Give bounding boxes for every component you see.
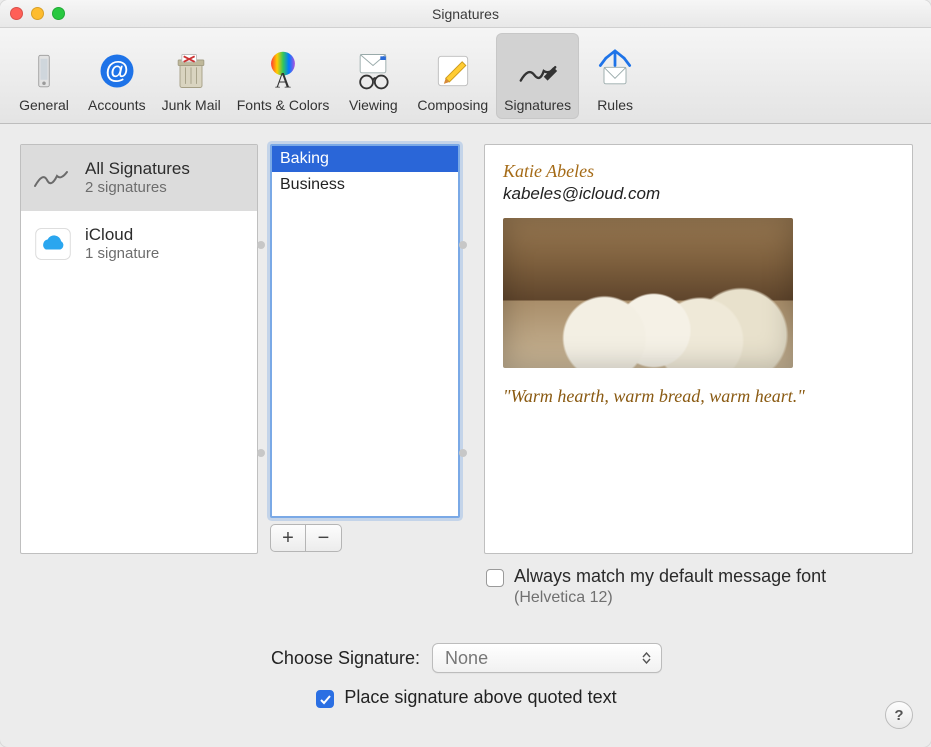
account-subtitle: 2 signatures — [85, 179, 190, 196]
tab-junk-mail[interactable]: Junk Mail — [154, 33, 229, 119]
window-title: Signatures — [432, 6, 499, 22]
choose-signature-row: Choose Signature: None — [271, 643, 662, 673]
minimize-window-button[interactable] — [31, 7, 44, 20]
place-above-row: Place signature above quoted text — [316, 687, 616, 708]
preview-image — [503, 218, 793, 368]
match-font-row: Always match my default message font (He… — [486, 566, 913, 607]
column-splitter-2[interactable] — [460, 144, 466, 554]
rules-icon — [591, 47, 639, 95]
account-title: iCloud — [85, 225, 159, 245]
choose-signature-value: None — [445, 648, 488, 669]
help-icon: ? — [894, 707, 903, 724]
preferences-toolbar: General @ Accounts Junk Mail A Fonts & C — [0, 28, 931, 124]
below-panels: Always match my default message font (He… — [0, 554, 931, 708]
column-splitter-1[interactable] — [258, 144, 264, 554]
fonts-colors-icon: A — [259, 47, 307, 95]
tab-general[interactable]: General — [8, 33, 80, 119]
svg-text:@: @ — [105, 57, 128, 84]
signatures-body: All Signatures 2 signatures iCloud 1 sig… — [0, 124, 931, 554]
accounts-icon: @ — [93, 47, 141, 95]
signatures-icon — [514, 47, 562, 95]
signature-item-baking[interactable]: Baking — [272, 146, 458, 172]
tab-signatures[interactable]: Signatures — [496, 33, 579, 119]
match-font-label: Always match my default message font — [514, 566, 826, 587]
account-subtitle: 1 signature — [85, 245, 159, 262]
preferences-window: Signatures General @ Accounts Junk Mail — [0, 0, 931, 747]
drag-handle-icon — [459, 241, 467, 249]
tab-label: Junk Mail — [162, 97, 221, 113]
choose-signature-popup[interactable]: None — [432, 643, 662, 673]
match-font-checkbox[interactable] — [486, 569, 504, 587]
account-text: iCloud 1 signature — [85, 225, 159, 262]
preview-name: Katie Abeles — [503, 161, 894, 182]
signature-item-business[interactable]: Business — [272, 172, 458, 198]
match-font-note: (Helvetica 12) — [514, 589, 826, 607]
help-button[interactable]: ? — [885, 701, 913, 729]
signature-list-buttons: + − — [270, 524, 460, 554]
preview-quote: "Warm hearth, warm bread, warm heart." — [503, 386, 894, 407]
minus-icon: − — [318, 527, 330, 550]
add-signature-button[interactable]: + — [270, 524, 306, 552]
choose-signature-label: Choose Signature: — [271, 648, 420, 669]
tab-label: General — [19, 97, 69, 113]
account-icloud[interactable]: iCloud 1 signature — [21, 211, 257, 277]
tab-label: Fonts & Colors — [237, 97, 330, 113]
preview-email: kabeles@icloud.com — [503, 184, 894, 204]
tab-rules[interactable]: Rules — [579, 33, 651, 119]
tab-label: Signatures — [504, 97, 571, 113]
tab-composing[interactable]: Composing — [409, 33, 496, 119]
viewing-icon — [349, 47, 397, 95]
junk-mail-icon — [167, 47, 215, 95]
account-text: All Signatures 2 signatures — [85, 159, 190, 196]
place-above-label: Place signature above quoted text — [344, 687, 616, 708]
drag-handle-icon — [257, 449, 265, 457]
plus-icon: + — [282, 527, 294, 550]
signature-glyph-icon — [31, 156, 75, 200]
drag-handle-icon — [459, 449, 467, 457]
account-all-signatures[interactable]: All Signatures 2 signatures — [21, 145, 257, 211]
window-controls — [10, 7, 65, 20]
remove-signature-button[interactable]: − — [306, 524, 342, 552]
place-above-checkbox[interactable] — [316, 690, 334, 708]
account-title: All Signatures — [85, 159, 190, 179]
signature-names-column: Baking Business + − — [270, 144, 460, 554]
titlebar: Signatures — [0, 0, 931, 28]
match-font-text: Always match my default message font (He… — [514, 566, 826, 607]
bottom-controls: Choose Signature: None Place signature a… — [20, 643, 913, 708]
general-icon — [20, 47, 68, 95]
tab-label: Viewing — [349, 97, 398, 113]
drag-handle-icon — [257, 241, 265, 249]
tab-viewing[interactable]: Viewing — [337, 33, 409, 119]
accounts-list[interactable]: All Signatures 2 signatures iCloud 1 sig… — [20, 144, 258, 554]
svg-text:A: A — [275, 67, 291, 92]
tab-fonts-colors[interactable]: A Fonts & Colors — [229, 33, 338, 119]
signature-preview[interactable]: Katie Abeles kabeles@icloud.com "Warm he… — [484, 144, 913, 554]
tab-label: Rules — [597, 97, 633, 113]
popup-arrows-icon — [637, 652, 655, 664]
tab-label: Composing — [417, 97, 488, 113]
composing-icon — [429, 47, 477, 95]
icloud-icon — [31, 222, 75, 266]
tab-accounts[interactable]: @ Accounts — [80, 33, 154, 119]
signature-names-list[interactable]: Baking Business — [270, 144, 460, 518]
tab-label: Accounts — [88, 97, 146, 113]
close-window-button[interactable] — [10, 7, 23, 20]
zoom-window-button[interactable] — [52, 7, 65, 20]
